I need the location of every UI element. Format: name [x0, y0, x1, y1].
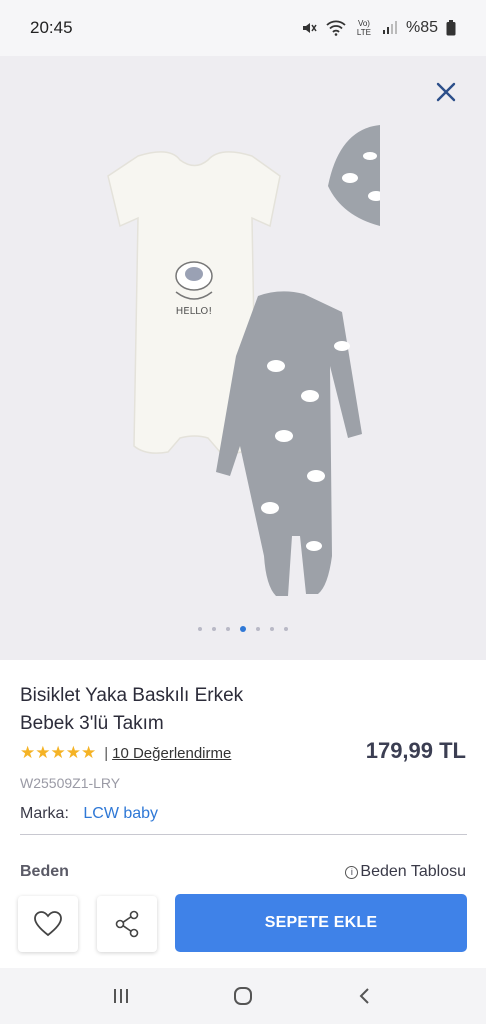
- heart-icon: [34, 911, 62, 937]
- brand-row: Marka: LCW baby: [20, 805, 158, 823]
- product-info: Bisiklet Yaka Baskılı Erkek Bebek 3'lü T…: [0, 660, 486, 968]
- rating-row: ★★★★★ | 10 Değerlendirme: [20, 743, 231, 763]
- gallery-pagination: [0, 626, 486, 632]
- recent-apps-icon: [114, 989, 128, 1003]
- close-button[interactable]: [432, 78, 460, 106]
- status-bar: 20:45 Vo) LTE %85: [0, 0, 486, 56]
- product-price: 179,99 TL: [365, 738, 466, 763]
- share-button[interactable]: [97, 896, 157, 952]
- pagination-dot[interactable]: [270, 627, 274, 631]
- pagination-dot[interactable]: [284, 627, 288, 631]
- network-label: Vo) LTE: [356, 19, 371, 37]
- brand-link[interactable]: LCW baby: [83, 805, 158, 822]
- brand-label: Marka:: [20, 805, 69, 822]
- pagination-dot[interactable]: [212, 627, 216, 631]
- home-icon: [234, 987, 252, 1005]
- rating-separator: |: [104, 744, 109, 762]
- wifi-icon: [326, 20, 346, 36]
- recent-apps-button[interactable]: [101, 976, 141, 1016]
- action-row: SEPETE EKLE: [18, 894, 468, 952]
- divider: [20, 834, 467, 835]
- size-chart-link[interactable]: i Beden Tablosu: [345, 863, 466, 881]
- product-sku: W25509Z1-LRY: [20, 775, 121, 791]
- info-icon: i: [345, 865, 359, 879]
- mute-icon: [300, 19, 318, 37]
- pagination-dot[interactable]: [198, 627, 202, 631]
- back-button[interactable]: [345, 976, 385, 1016]
- battery-percent: %85: [405, 19, 438, 36]
- product-image-gallery[interactable]: HELLO!: [0, 56, 486, 660]
- bodysuit-print-text: HELLO!: [176, 306, 213, 317]
- product-title: Bisiklet Yaka Baskılı Erkek Bebek 3'lü T…: [20, 682, 320, 738]
- product-title-line2: Bebek 3'lü Takım: [20, 713, 164, 734]
- back-icon: [359, 988, 369, 1004]
- share-icon: [115, 910, 139, 938]
- pagination-dot[interactable]: [256, 627, 260, 631]
- battery-icon: [446, 20, 456, 36]
- reviews-link[interactable]: 10 Değerlendirme: [112, 745, 231, 762]
- pagination-dot-active[interactable]: [240, 626, 246, 632]
- add-to-cart-button[interactable]: SEPETE EKLE: [175, 894, 467, 952]
- pagination-dot[interactable]: [226, 627, 230, 631]
- status-icons: Vo) LTE %85: [300, 19, 456, 37]
- signal-icon: [382, 21, 398, 35]
- system-nav-bar: [0, 968, 486, 1024]
- product-image: HELLO!: [107, 125, 380, 596]
- status-time: 20:45: [30, 18, 73, 37]
- product-title-line1: Bisiklet Yaka Baskılı Erkek: [20, 685, 244, 706]
- home-button[interactable]: [223, 976, 263, 1016]
- size-chart-label: Beden Tablosu: [360, 863, 466, 880]
- rating-stars: ★★★★★: [20, 743, 97, 762]
- close-icon: [436, 82, 456, 102]
- hat-illustration: [328, 125, 380, 226]
- favorite-button[interactable]: [18, 896, 78, 952]
- size-label: Beden: [20, 863, 69, 880]
